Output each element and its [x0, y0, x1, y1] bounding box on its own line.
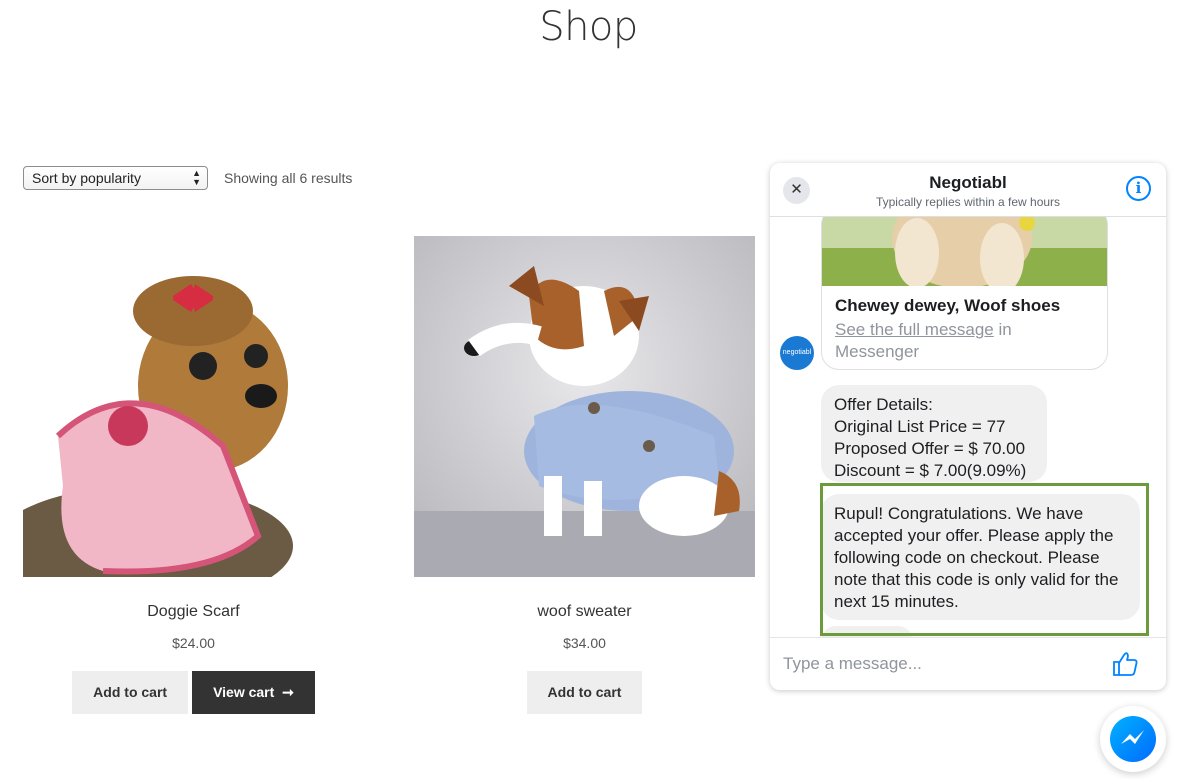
add-to-cart-button[interactable]: Add to cart [526, 671, 643, 714]
result-count: Showing all 6 results [224, 170, 353, 186]
add-to-cart-button[interactable]: Add to cart [72, 671, 189, 714]
view-cart-button[interactable]: View cart ➞ [192, 671, 315, 714]
sort-select-value: Sort by popularity [32, 170, 141, 186]
arrow-right-icon: ➞ [278, 684, 294, 700]
message-input[interactable] [783, 650, 1103, 678]
chat-response-time: Typically replies within a few hours [875, 195, 1061, 209]
product-actions: Add to cart [414, 671, 755, 714]
thumbs-up-icon[interactable] [1112, 651, 1138, 677]
messenger-chat-panel: ✕ Negotiabl Typically replies within a f… [770, 163, 1166, 690]
product-image[interactable] [23, 236, 364, 577]
chat-header: ✕ Negotiabl Typically replies within a f… [770, 163, 1166, 217]
product-title[interactable]: woof sweater [414, 603, 755, 621]
card-image [822, 217, 1107, 286]
offer-line: Discount = $ 7.00(9.09%) [834, 461, 1027, 480]
messenger-launcher-button[interactable] [1100, 706, 1166, 772]
next-message-bubble [821, 626, 913, 637]
congrats-bubble: Rupul! Congratulations. We have accepted… [821, 494, 1140, 620]
messenger-icon [1110, 716, 1156, 762]
offer-line: Proposed Offer = $ 70.00 [834, 439, 1026, 458]
info-icon[interactable]: i [1126, 176, 1151, 201]
see-full-message-link[interactable]: See the full message [835, 320, 994, 339]
chat-page-name: Negotiabl [929, 173, 1007, 192]
chat-messages[interactable]: Chewey dewey, Woof shoes See the full me… [770, 217, 1166, 637]
page-title: Shop [539, 4, 638, 50]
product-price: $24.00 [172, 635, 215, 651]
card-subtitle: See the full message in Messenger [835, 319, 1075, 363]
message-card[interactable]: Chewey dewey, Woof shoes See the full me… [821, 217, 1108, 370]
offer-line: Offer Details: [834, 395, 933, 414]
select-arrows-icon: ▲ ▼ [192, 168, 201, 187]
product-card: woof sweater $34.00 Add to cart [414, 236, 755, 714]
offer-details-bubble: Offer Details: Original List Price = 77 … [821, 385, 1047, 482]
product-card: Doggie Scarf $24.00 Add to cart View car… [23, 236, 364, 714]
product-price: $34.00 [563, 635, 606, 651]
avatar: negotiabl [780, 336, 814, 370]
sort-select[interactable]: Sort by popularity ▲ ▼ [23, 166, 208, 190]
view-cart-label: View cart [213, 684, 275, 700]
product-title[interactable]: Doggie Scarf [23, 603, 364, 621]
card-title: Chewey dewey, Woof shoes [835, 296, 1061, 315]
product-actions: Add to cart View cart ➞ [23, 671, 364, 714]
product-image[interactable] [414, 236, 755, 577]
offer-line: Original List Price = 77 [834, 417, 1006, 436]
chat-composer [770, 637, 1166, 690]
